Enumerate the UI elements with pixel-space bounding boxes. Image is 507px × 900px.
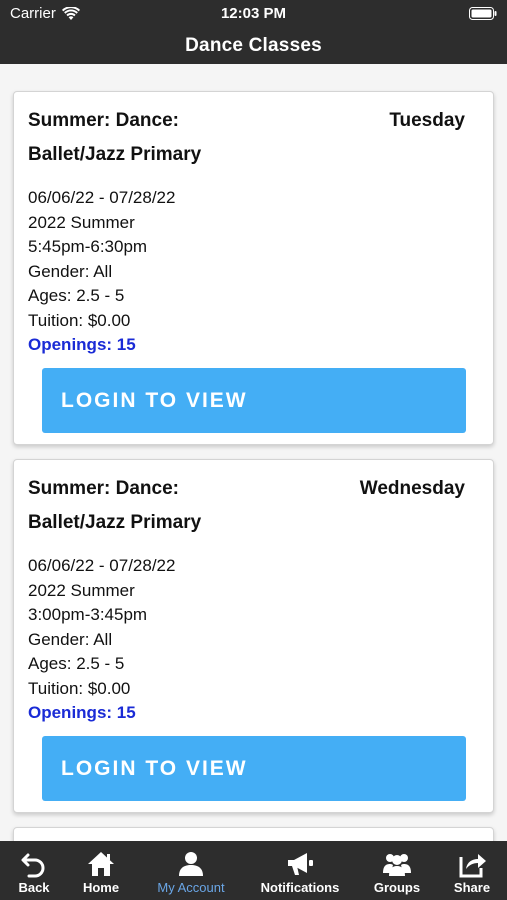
- status-time: 12:03 PM: [220, 5, 287, 22]
- class-ages: Ages: 2.5 - 5: [28, 286, 125, 305]
- class-session: 2022 Summer: [28, 212, 135, 232]
- class-card-header: Summer: Dance: Tuesday: [28, 110, 465, 132]
- page-title: Dance Classes: [185, 35, 322, 56]
- class-card: Summer: Dance: Tuesday Ballet/Jazz Prima…: [13, 91, 494, 445]
- class-card: Summer: Dance: Wednesday Ballet/Jazz Pri…: [13, 459, 494, 813]
- class-openings: Openings: 15: [28, 703, 136, 722]
- megaphone-icon: [288, 853, 313, 875]
- back-arrow-icon: [21, 853, 45, 878]
- class-session: 2022 Summer: [28, 580, 135, 600]
- class-gender: Gender: All: [28, 261, 113, 281]
- class-day: Wednesday: [359, 478, 465, 499]
- tab-notifications[interactable]: Notifications: [258, 841, 342, 900]
- battery-icon: [469, 7, 497, 20]
- class-title: Summer: Dance:: [28, 478, 179, 499]
- class-time: 5:45pm-6:30pm: [28, 237, 148, 256]
- tab-label: Share: [453, 880, 491, 895]
- login-to-view-button[interactable]: LOGIN TO VIEW: [42, 368, 466, 433]
- tab-home[interactable]: Home: [73, 841, 129, 900]
- tab-label: Groups: [373, 880, 421, 895]
- tab-groups[interactable]: Groups: [370, 841, 424, 900]
- home-icon: [88, 852, 114, 876]
- class-ages: Ages: 2.5 - 5: [28, 654, 125, 673]
- class-day: Tuesday: [389, 110, 465, 131]
- share-icon: [459, 854, 486, 878]
- tab-label: Notifications: [260, 880, 340, 895]
- class-subtitle: Ballet/Jazz Primary: [28, 512, 202, 533]
- class-details: 06/06/22 - 07/28/22 2022 Summer 3:00pm-3…: [28, 554, 175, 726]
- tab-my-account[interactable]: My Account: [150, 841, 232, 900]
- class-card-header: Summer: Dance: Wednesday: [28, 478, 465, 500]
- class-dates: 06/06/22 - 07/28/22: [28, 556, 176, 575]
- class-gender: Gender: All: [28, 629, 113, 649]
- tab-label: Home: [82, 880, 120, 895]
- tab-back[interactable]: Back: [6, 841, 62, 900]
- login-to-view-button[interactable]: LOGIN TO VIEW: [42, 736, 466, 801]
- class-openings: Openings: 15: [28, 335, 136, 354]
- tab-share[interactable]: Share: [448, 841, 496, 900]
- group-icon: [383, 854, 411, 876]
- tab-label: Back: [18, 880, 50, 895]
- tab-label: My Account: [157, 880, 225, 895]
- user-icon: [179, 852, 203, 876]
- class-list[interactable]: Summer: Dance: Tuesday Ballet/Jazz Prima…: [0, 64, 507, 841]
- class-tuition: Tuition: $0.00: [28, 310, 131, 330]
- class-dates: 06/06/22 - 07/28/22: [28, 188, 176, 207]
- top-bar: Carrier 12:03 PM Dance Classes: [0, 0, 507, 64]
- class-time: 3:00pm-3:45pm: [28, 605, 148, 624]
- class-title: Summer: Dance:: [28, 110, 179, 131]
- bottom-tab-bar: Back Home My Account Notifications Group…: [0, 841, 507, 900]
- status-bar: Carrier 12:03 PM: [0, 0, 507, 28]
- class-subtitle: Ballet/Jazz Primary: [28, 144, 202, 165]
- class-tuition: Tuition: $0.00: [28, 678, 131, 698]
- class-details: 06/06/22 - 07/28/22 2022 Summer 5:45pm-6…: [28, 186, 175, 358]
- class-card: [13, 827, 494, 841]
